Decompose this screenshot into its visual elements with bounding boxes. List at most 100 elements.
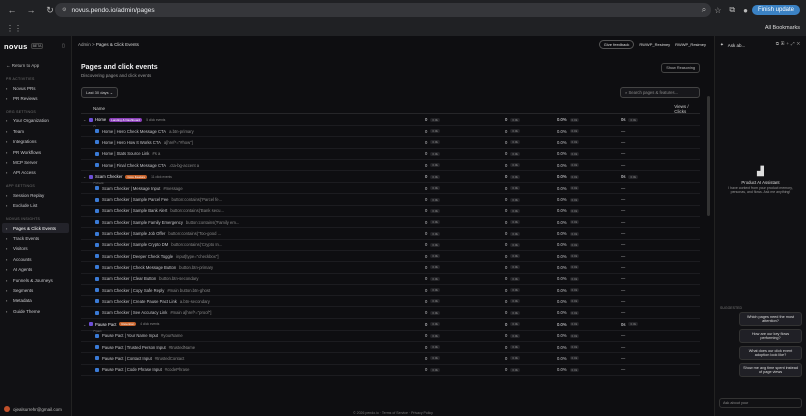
sidebar-item-metadata[interactable]: ▪ Metadata (0, 296, 71, 306)
collapse-sidebar-icon[interactable]: ▯ (62, 43, 65, 49)
table-row[interactable]: Scam Checker | Sample Parcel Fee button:c… (81, 194, 700, 206)
sidebar-item-accounts[interactable]: ▪ Accounts (0, 254, 71, 264)
table-row[interactable]: Scam Checker | Sample Crypto DM button:co… (81, 240, 700, 251)
chat-toolbar-icons[interactable]: ⧉▣+⤢✕ (776, 41, 802, 46)
footer-privacy-link[interactable]: Privacy Policy (411, 411, 433, 415)
breadcrumb-admin[interactable]: Admin (78, 42, 91, 47)
finish-update-button[interactable]: Finish update (751, 5, 800, 15)
event-selector: #message (163, 185, 183, 191)
table-row[interactable]: Pause Pact | Code Phrase Input #codePhras… (81, 365, 700, 376)
table-row[interactable]: Home | Final Check Message CTA .cta-bg-ac… (81, 160, 700, 172)
footer-terms-link[interactable]: Terms of Service (382, 411, 408, 415)
sidebar-item-team[interactable]: ▪ Team (0, 126, 71, 136)
sidebar-item-segments[interactable]: ▪ Segments (0, 285, 71, 295)
suggestion-button[interactable]: What does our click event adoption look … (739, 346, 802, 360)
adoption-value: 0.0% (557, 242, 567, 248)
suggestion-button[interactable]: Which pages need the most attention? (739, 312, 802, 326)
avg-time-cell: — (621, 356, 661, 361)
sidebar-item-exclude-list[interactable]: ▪ Exclude List (0, 201, 71, 211)
profile-avatar[interactable]: ● (743, 6, 748, 15)
table-group-row[interactable]: ⌄ Pause Pact Retention 4 click events/*/pac… (81, 319, 700, 333)
sidebar-item-icon: ▪ (6, 139, 8, 145)
views-chip: 0.0k (430, 265, 441, 270)
adoption-cell: 0.0% 0.0k (557, 333, 621, 338)
table-row[interactable]: Scam Checker | Create Pause Pact Link a.b… (81, 296, 700, 308)
views-value: 0 (425, 208, 428, 214)
bookmark-star-icon[interactable]: ☆ (714, 6, 721, 15)
table-scrollbar[interactable] (707, 96, 710, 216)
table-row[interactable]: Home | Stats Source Link #s a 0 0.0k 0 0.0k 0.… (81, 149, 700, 160)
sidebar-item-api-access[interactable]: ▪ API Access (0, 168, 71, 178)
table-group-row[interactable]: ⌄ Scam Checker Core Feature 11 click events… (81, 171, 700, 185)
chat-input[interactable]: Ask about your (719, 398, 802, 408)
event-name: Home | Stats Source Link (102, 151, 150, 157)
adoption-cell: 0.0% 0.0k (557, 288, 621, 293)
sidebar-item-your-organization[interactable]: ▪ Your Organization (0, 116, 71, 126)
table-row[interactable]: Pause Pact | Contact Input #trustedContac… (81, 353, 700, 365)
back-icon[interactable]: ← (5, 3, 19, 17)
adoption-value: 0.0% (557, 344, 567, 350)
account-selector-1[interactable]: RWWP_Resimey (639, 42, 670, 47)
sidebar-item-funnels-journeys[interactable]: ▪ Funnels & Journeys (0, 275, 71, 285)
avg-time-cell: — (621, 367, 661, 372)
search-input[interactable]: ⌕ Search pages & features... (620, 87, 700, 98)
event-name-cell: Home | Hero Check Message CTA a.btn-prima… (81, 129, 425, 134)
table-row[interactable]: Scam Checker | Clear Button button.btn-se… (81, 274, 700, 285)
col-views[interactable]: Views / Clicks (402, 104, 700, 114)
table-row[interactable]: Scam Checker | Deeper Check Toggle input[… (81, 251, 700, 263)
sidebar-item-pr-reviews[interactable]: ▪ PR Reviews (0, 93, 71, 103)
sidebar-item-icon: ▪ (6, 298, 8, 304)
adoption-chip: 0.0k (569, 299, 580, 304)
views-chip: 0.0k (430, 299, 441, 304)
table-row[interactable]: Scam Checker | Message Input #message 0 0.0… (81, 183, 700, 195)
show-reasoning-button[interactable]: Show Reasoning (661, 63, 700, 73)
table-row[interactable]: Pause Pact | Trusted Person Input #truste… (81, 342, 700, 354)
table-row[interactable]: Scam Checker | Sample Bank Alert button:c… (81, 206, 700, 218)
return-to-app-link[interactable]: ← Return to App (0, 60, 71, 71)
table-row[interactable]: Scam Checker | Sample Job Offer button:co… (81, 228, 700, 240)
table-row[interactable]: Home | Hero Check Message CTA a.btn-prima… (81, 126, 700, 138)
table-group-row[interactable]: ⌄ Home Landing & Dashboard 5 click events/*… (81, 114, 700, 128)
date-range-select[interactable]: Last 30 days ⌄ (81, 87, 119, 98)
suggestion-button[interactable]: Show me avg time spent instead of page v… (739, 363, 802, 377)
sidebar-item-mcp-server[interactable]: ▪ MCP Server (0, 157, 71, 167)
address-bar[interactable]: ⚙ novus.pendo.io/admin/pages (55, 3, 711, 17)
table-row[interactable]: Scam Checker | Check Message Button butto… (81, 262, 700, 274)
avg-time-value: — (621, 367, 626, 373)
sidebar-item-ai-agents[interactable]: ▪ AI Agents (0, 264, 71, 274)
sidebar-item-session-replay[interactable]: ▪ Session Replay (0, 190, 71, 200)
sidebar-item-icon: ▪ (6, 118, 8, 124)
all-bookmarks[interactable]: All Bookmarks (765, 25, 800, 31)
table-row[interactable]: Scam Checker | Sample Family Emergency bu… (81, 217, 700, 229)
sidebar-item-integrations[interactable]: ▪ Integrations (0, 137, 71, 147)
sidebar-item-pr-workflows[interactable]: ▪ PR Workflows (0, 147, 71, 157)
give-feedback-button[interactable]: Give feedback (598, 40, 635, 49)
zoom-icon[interactable]: ⌕ (702, 5, 706, 15)
table-row[interactable]: Pause Pact | Your Name Input #yourName 0 0.… (81, 331, 700, 343)
sidebar-item-track-events[interactable]: ▪ Track Events (0, 233, 71, 243)
avg-time-value: — (621, 128, 626, 134)
sidebar-item-pages-click-events[interactable]: ▪ Pages & Click Events (2, 222, 69, 234)
apps-grid-icon[interactable]: ⋮⋮ (6, 24, 22, 33)
account-selector-2[interactable]: RWWP_Resimey (675, 42, 706, 47)
forward-icon[interactable]: → (24, 3, 38, 17)
sidebar-sections: PR ACTIVITIES ▪ Novus PRs ▪ PR Reviews ORG SE… (0, 71, 71, 316)
sidebar-item-guide-theme[interactable]: ▪ Guide Theme (0, 306, 71, 316)
events-table: Name Views / Clicks ⌄ Home Landing & Dashb… (81, 104, 700, 408)
col-name[interactable]: Name (81, 106, 402, 111)
sidebar-item-novus-prs[interactable]: ▪ Novus PRs (0, 83, 71, 93)
page-title: Pages and click events (81, 64, 158, 71)
suggestion-button[interactable]: How are our key flows performing? (739, 329, 802, 343)
table-row[interactable]: Scam Checker | See Accuracy Link #main a[… (81, 307, 700, 319)
avg-time-value: — (621, 162, 626, 168)
user-account[interactable]: ojealsurrehr@gmail.com (4, 406, 62, 412)
extensions-icon[interactable]: ⧉ (729, 5, 735, 15)
table-row[interactable]: Home | Hero How It Works CTA a[href*="#ho… (81, 137, 700, 149)
views-value: 0 (425, 197, 428, 203)
assistant-icon: ▟ (757, 166, 764, 176)
group-tag: Landing & Dashboard (109, 117, 143, 122)
site-info-icon[interactable]: ⚙ (62, 7, 66, 13)
table-row[interactable]: Scam Checker | Copy Safe Reply #main butt… (81, 285, 700, 297)
group-name: Scam Checker (95, 174, 123, 180)
sidebar-item-visitors[interactable]: ▪ Visitors (0, 244, 71, 254)
